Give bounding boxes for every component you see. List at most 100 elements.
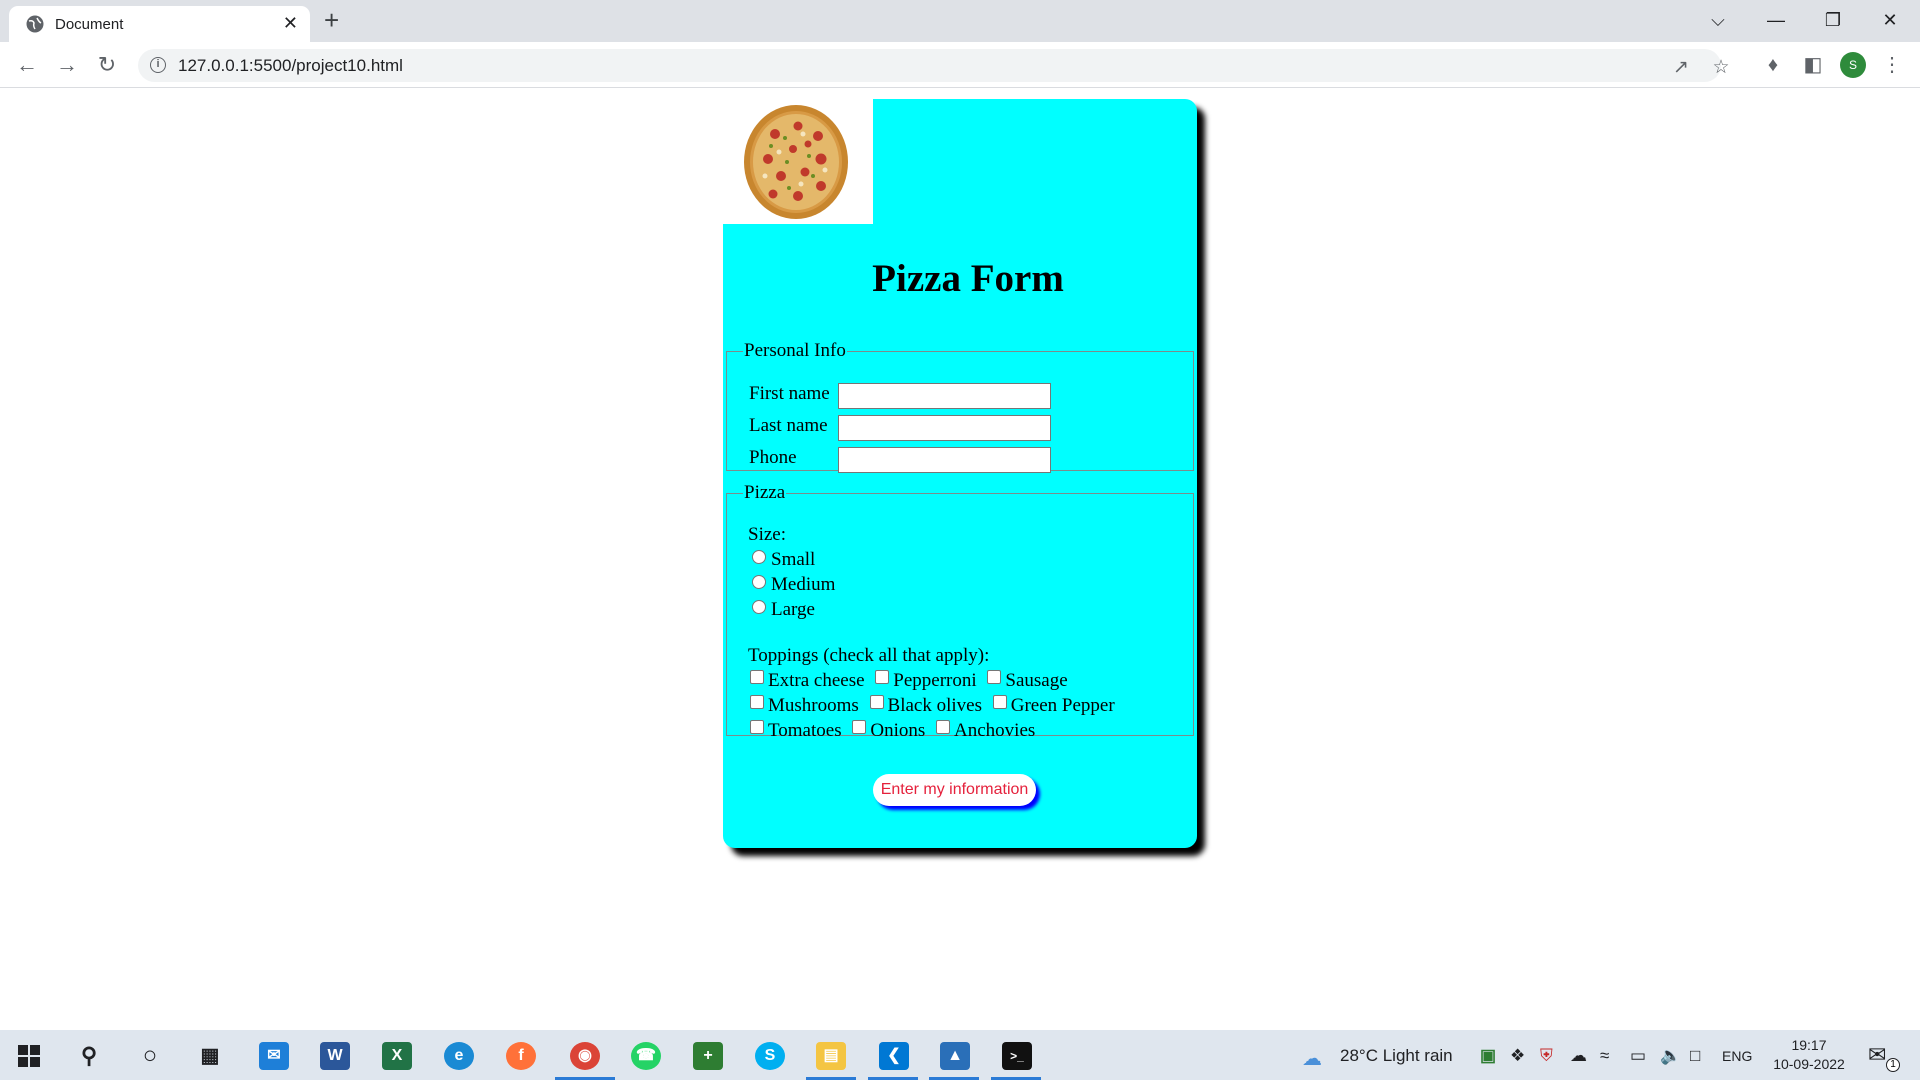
phone-input[interactable] — [838, 447, 1051, 473]
terminal-icon[interactable]: >_ — [1002, 1042, 1032, 1070]
topping-pepperroni-checkbox[interactable] — [875, 670, 890, 684]
topping-onions-checkbox[interactable] — [852, 720, 867, 734]
photos-icon[interactable]: ▲ — [940, 1042, 970, 1070]
minimize-button[interactable]: — — [1756, 4, 1796, 36]
topping-black-olives-label: Black olives — [887, 695, 982, 716]
topping-mushrooms-label: Mushrooms — [768, 695, 859, 716]
volume-icon[interactable]: 🔈 — [1660, 1046, 1681, 1066]
tray-cloud-off-icon[interactable]: ☁ — [1570, 1046, 1587, 1066]
topping-onions-label: Onions — [870, 720, 926, 741]
personal-info-fieldset: Personal Info First name Last name Phone — [726, 340, 1194, 473]
size-label: Size: — [748, 524, 786, 545]
menu-kebab-icon[interactable]: ⋮ — [1877, 50, 1907, 80]
bookmark-star-icon[interactable]: ☆ — [1707, 56, 1735, 78]
size-small-radio[interactable] — [752, 550, 766, 564]
size-large-label: Large — [771, 599, 815, 620]
word-icon[interactable]: W — [320, 1042, 350, 1070]
size-medium-radio[interactable] — [752, 575, 766, 589]
browser-toolbar: ← → ↻ i 127.0.0.1:5500/project10.html ↗ … — [0, 42, 1920, 88]
tab-search-icon[interactable]: ⌵ — [1698, 4, 1738, 36]
search-icon[interactable]: ⚲ — [74, 1042, 104, 1070]
topping-sausage-label: Sausage — [1005, 670, 1068, 691]
pizza-image-box — [723, 99, 873, 224]
size-option-small[interactable]: Small — [752, 549, 815, 571]
notification-icon[interactable]: ✉ — [1868, 1042, 1886, 1068]
taskbar-clock[interactable]: 19:17 10-09-2022 — [1768, 1036, 1850, 1074]
topping-green-pepper-checkbox[interactable] — [992, 695, 1007, 709]
submit-button[interactable]: Enter my information — [873, 774, 1036, 806]
notification-badge: 1 — [1886, 1058, 1900, 1072]
weather-icon[interactable]: ☁ — [1302, 1046, 1322, 1071]
last-name-input[interactable] — [838, 415, 1051, 441]
whatsapp-icon[interactable]: ☎ — [631, 1042, 661, 1070]
topping-tomatoes-label: Tomatoes — [768, 720, 842, 741]
globe-icon — [26, 15, 44, 33]
share-icon[interactable]: ↗ — [1667, 56, 1695, 78]
tab-title: Document — [55, 16, 124, 33]
extensions-icon[interactable]: ♦ — [1758, 50, 1788, 80]
tray-puzzle-icon[interactable]: ❖ — [1510, 1046, 1525, 1066]
topping-anchovies-label: Anchovies — [954, 720, 1036, 741]
pizza-image — [744, 105, 848, 219]
topping-sausage-checkbox[interactable] — [987, 670, 1002, 684]
tab-close-icon[interactable]: ✕ — [283, 13, 298, 34]
clock-date: 10-09-2022 — [1773, 1056, 1845, 1072]
language-indicator[interactable]: ENG — [1722, 1048, 1752, 1064]
address-bar[interactable]: i 127.0.0.1:5500/project10.html ↗ ☆ — [138, 49, 1730, 82]
side-panel-icon[interactable]: ◧ — [1798, 50, 1828, 80]
wifi-icon[interactable]: ≈ — [1600, 1046, 1609, 1066]
first-name-input[interactable] — [838, 383, 1051, 409]
forward-icon[interactable]: → — [52, 50, 82, 80]
pizza-fieldset: Pizza Size: Small Medium Large Toppings … — [726, 482, 1194, 741]
topping-tomatoes-checkbox[interactable] — [750, 720, 764, 734]
tray-app-icon[interactable]: ▣ — [1480, 1046, 1496, 1066]
size-small-label: Small — [771, 549, 816, 570]
weather-text[interactable]: 28°C Light rain — [1340, 1046, 1453, 1066]
profile-avatar[interactable]: S — [1840, 52, 1866, 78]
toppings-row-3: Tomatoes Onions Anchovies — [750, 720, 1035, 742]
firefox-icon[interactable]: f — [506, 1042, 536, 1070]
file-explorer-icon[interactable]: ▤ — [816, 1042, 846, 1070]
size-option-large[interactable]: Large — [752, 599, 815, 621]
vscode-icon[interactable]: ❮ — [879, 1042, 909, 1070]
restore-button[interactable]: ❐ — [1813, 4, 1853, 36]
browser-tab[interactable]: Document ✕ — [9, 6, 310, 42]
tray-device-icon[interactable]: □ — [1690, 1046, 1700, 1066]
windows-taskbar: ⚲ ○ ▦ ✉ W X e f ◉ ☎ + S ▤ ❮ ▲ >_ ☁ 28°C … — [0, 1030, 1920, 1080]
windows-start-icon[interactable] — [18, 1045, 40, 1067]
first-name-label: First name — [749, 383, 830, 404]
size-large-radio[interactable] — [752, 600, 766, 614]
phone-label: Phone — [749, 447, 797, 468]
site-info-icon[interactable]: i — [150, 57, 166, 73]
toppings-row-1: Extra cheese Pepperroni Sausage — [750, 670, 1068, 692]
battery-icon[interactable]: ▭ — [1630, 1046, 1646, 1066]
topping-black-olives-checkbox[interactable] — [869, 695, 884, 709]
topping-extra-cheese-label: Extra cheese — [768, 670, 865, 691]
close-window-button[interactable]: ✕ — [1870, 4, 1910, 36]
new-tab-button[interactable]: + — [324, 5, 339, 35]
topping-anchovies-checkbox[interactable] — [936, 720, 951, 734]
topping-green-pepper-label: Green Pepper — [1010, 695, 1115, 716]
clock-time: 19:17 — [1791, 1037, 1827, 1053]
app-plus-icon[interactable]: + — [693, 1042, 723, 1070]
skype-icon[interactable]: S — [755, 1042, 785, 1070]
pizza-legend: Pizza — [744, 482, 786, 503]
excel-icon[interactable]: X — [382, 1042, 412, 1070]
url-text[interactable]: 127.0.0.1:5500/project10.html — [178, 56, 403, 76]
personal-info-legend: Personal Info — [744, 340, 846, 361]
chrome-icon[interactable]: ◉ — [570, 1042, 600, 1070]
topping-mushrooms-checkbox[interactable] — [750, 695, 764, 709]
reload-icon[interactable]: ↻ — [92, 50, 122, 80]
cortana-icon[interactable]: ○ — [135, 1042, 165, 1070]
tray-shield-icon[interactable]: ⛨ — [1540, 1046, 1553, 1066]
mail-icon[interactable]: ✉ — [259, 1042, 289, 1070]
size-medium-label: Medium — [771, 574, 836, 595]
topping-extra-cheese-checkbox[interactable] — [750, 670, 764, 684]
page-title: Pizza Form — [872, 257, 1064, 300]
edge-icon[interactable]: e — [444, 1042, 474, 1070]
topping-pepperroni-label: Pepperroni — [893, 670, 977, 691]
back-icon[interactable]: ← — [12, 50, 42, 80]
size-option-medium[interactable]: Medium — [752, 574, 835, 596]
task-view-icon[interactable]: ▦ — [195, 1042, 225, 1070]
last-name-label: Last name — [749, 415, 828, 436]
